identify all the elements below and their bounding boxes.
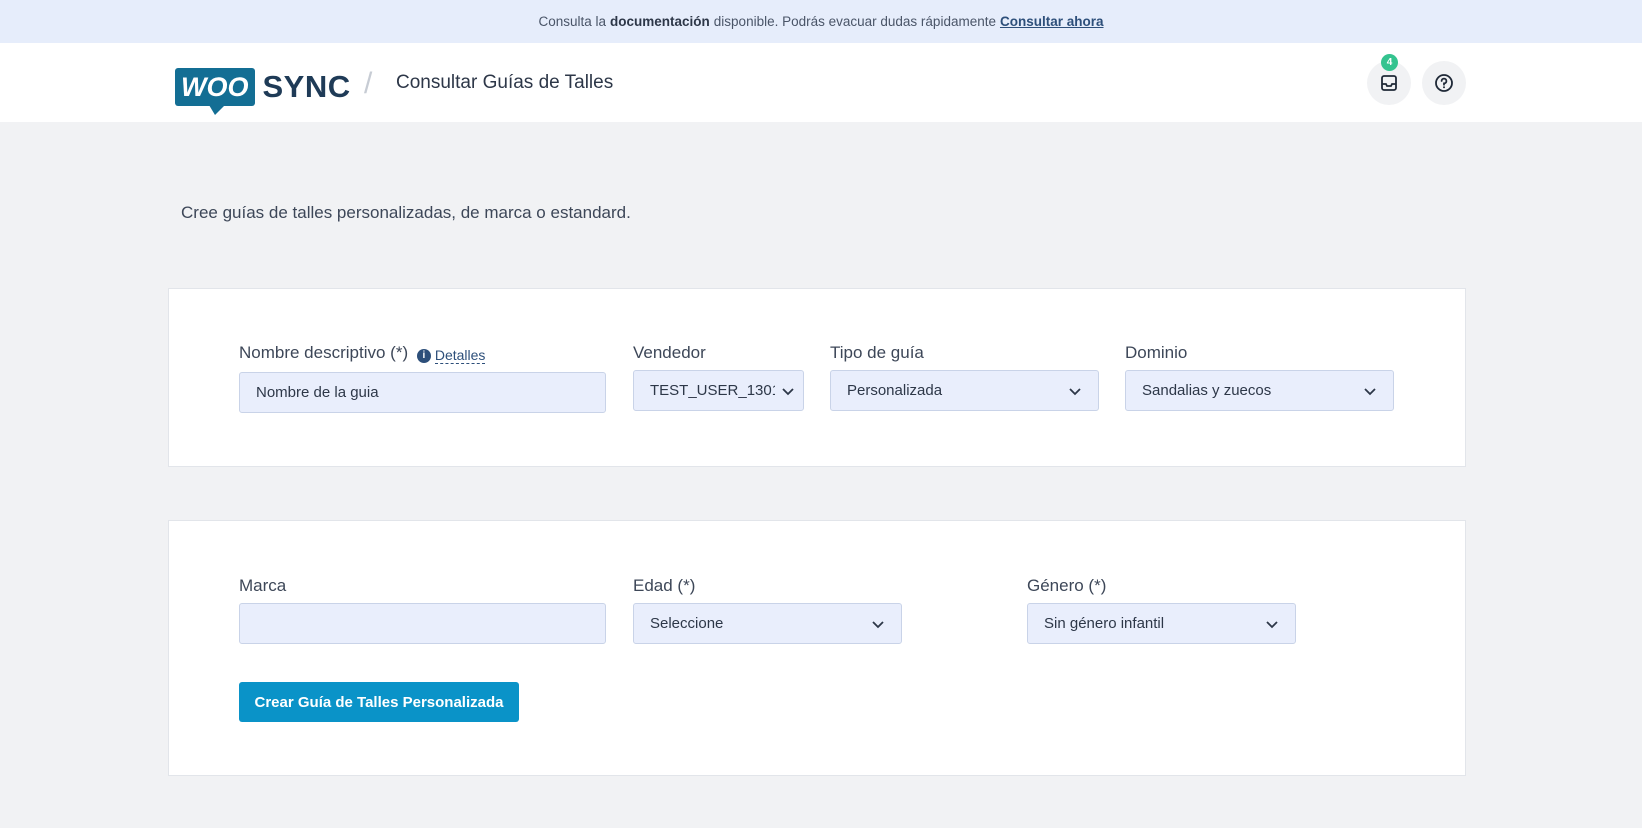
crear-guia-button[interactable]: Crear Guía de Talles Personalizada bbox=[239, 682, 519, 722]
logo-woo: WOO bbox=[175, 68, 255, 115]
tipo-label: Tipo de guía bbox=[830, 343, 924, 362]
chevron-down-icon bbox=[1069, 387, 1081, 395]
detalles-link[interactable]: Detalles bbox=[434, 347, 486, 364]
help-button[interactable] bbox=[1422, 61, 1466, 105]
edad-select[interactable]: Seleccione bbox=[633, 603, 902, 644]
nombre-label-text: Nombre descriptivo (*) bbox=[239, 343, 409, 362]
banner-prefix: Consulta la bbox=[538, 14, 607, 29]
inbox-icon bbox=[1381, 75, 1397, 91]
detalles-info[interactable]: i Detalles bbox=[416, 347, 486, 364]
docs-banner: Consulta la documentación disponible. Po… bbox=[0, 0, 1642, 43]
guide-details-card: Marca Edad (*) Seleccione Género (*) Sin… bbox=[168, 520, 1466, 776]
dominio-label: Dominio bbox=[1125, 343, 1188, 362]
genero-value: Sin género infantil bbox=[1044, 615, 1165, 632]
intro-text: Cree guías de talles personalizadas, de … bbox=[181, 203, 631, 222]
chevron-down-icon bbox=[872, 620, 884, 628]
edad-value: Seleccione bbox=[650, 615, 724, 632]
tipo-value: Personalizada bbox=[847, 382, 943, 399]
marca-label: Marca bbox=[239, 576, 287, 595]
help-icon bbox=[1435, 74, 1453, 92]
genero-select[interactable]: Sin género infantil bbox=[1027, 603, 1296, 644]
vendedor-value: TEST_USER_13013 bbox=[650, 382, 775, 399]
vendedor-label: Vendedor bbox=[633, 343, 706, 362]
chevron-down-icon bbox=[1364, 387, 1376, 395]
woosync-logo[interactable]: WOO SYNC bbox=[175, 62, 351, 115]
edad-label: Edad (*) bbox=[633, 576, 696, 595]
banner-suffix: disponible. Podrás evacuar dudas rápidam… bbox=[713, 14, 996, 29]
breadcrumb-separator: / bbox=[364, 67, 373, 100]
marca-input[interactable] bbox=[239, 603, 606, 644]
banner-bold: documentación bbox=[610, 14, 710, 29]
app-header: WOO SYNC / Consultar Guías de Talles 4 bbox=[0, 43, 1642, 122]
inbox-badge: 4 bbox=[1381, 54, 1398, 71]
vendedor-select[interactable]: TEST_USER_13013 bbox=[633, 370, 804, 411]
nombre-label: Nombre descriptivo (*) i Detalles bbox=[239, 343, 486, 364]
genero-label: Género (*) bbox=[1027, 576, 1107, 595]
logo-sync: SYNC bbox=[262, 69, 351, 104]
tipo-select[interactable]: Personalizada bbox=[830, 370, 1099, 411]
nombre-input[interactable] bbox=[239, 372, 606, 413]
page-title: Consultar Guías de Talles bbox=[396, 72, 614, 93]
general-settings-card: Nombre descriptivo (*) i Detalles Vended… bbox=[168, 288, 1466, 467]
chevron-down-icon bbox=[782, 387, 794, 395]
chevron-down-icon bbox=[1266, 620, 1278, 628]
consultar-ahora-link[interactable]: Consultar ahora bbox=[1000, 14, 1104, 29]
inbox-button[interactable]: 4 bbox=[1367, 54, 1411, 105]
info-icon: i bbox=[416, 348, 431, 363]
dominio-value: Sandalias y zuecos bbox=[1142, 382, 1272, 399]
dominio-select[interactable]: Sandalias y zuecos bbox=[1125, 370, 1394, 411]
